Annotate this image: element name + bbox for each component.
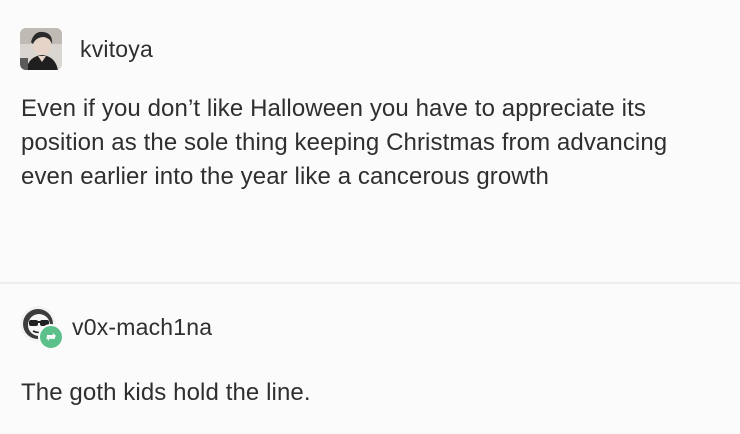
username[interactable]: v0x-mach1na <box>72 314 212 341</box>
post-body: The goth kids hold the line. <box>21 379 311 406</box>
post-header: kvitoya <box>20 28 153 70</box>
user-avatar-photo-icon <box>20 28 62 70</box>
post-header: v0x-mach1na <box>20 306 212 350</box>
post-body: Even if you don’t like Halloween you hav… <box>21 95 668 190</box>
avatar[interactable] <box>20 306 64 350</box>
post-original: kvitoya Even if you don’t like Halloween… <box>0 0 740 282</box>
post-reblog: v0x-mach1na The goth kids hold the line. <box>0 284 740 434</box>
reblog-icon <box>38 324 64 350</box>
tumblr-post-thread: kvitoya Even if you don’t like Halloween… <box>0 0 740 434</box>
avatar[interactable] <box>20 28 62 70</box>
username[interactable]: kvitoya <box>80 36 153 63</box>
